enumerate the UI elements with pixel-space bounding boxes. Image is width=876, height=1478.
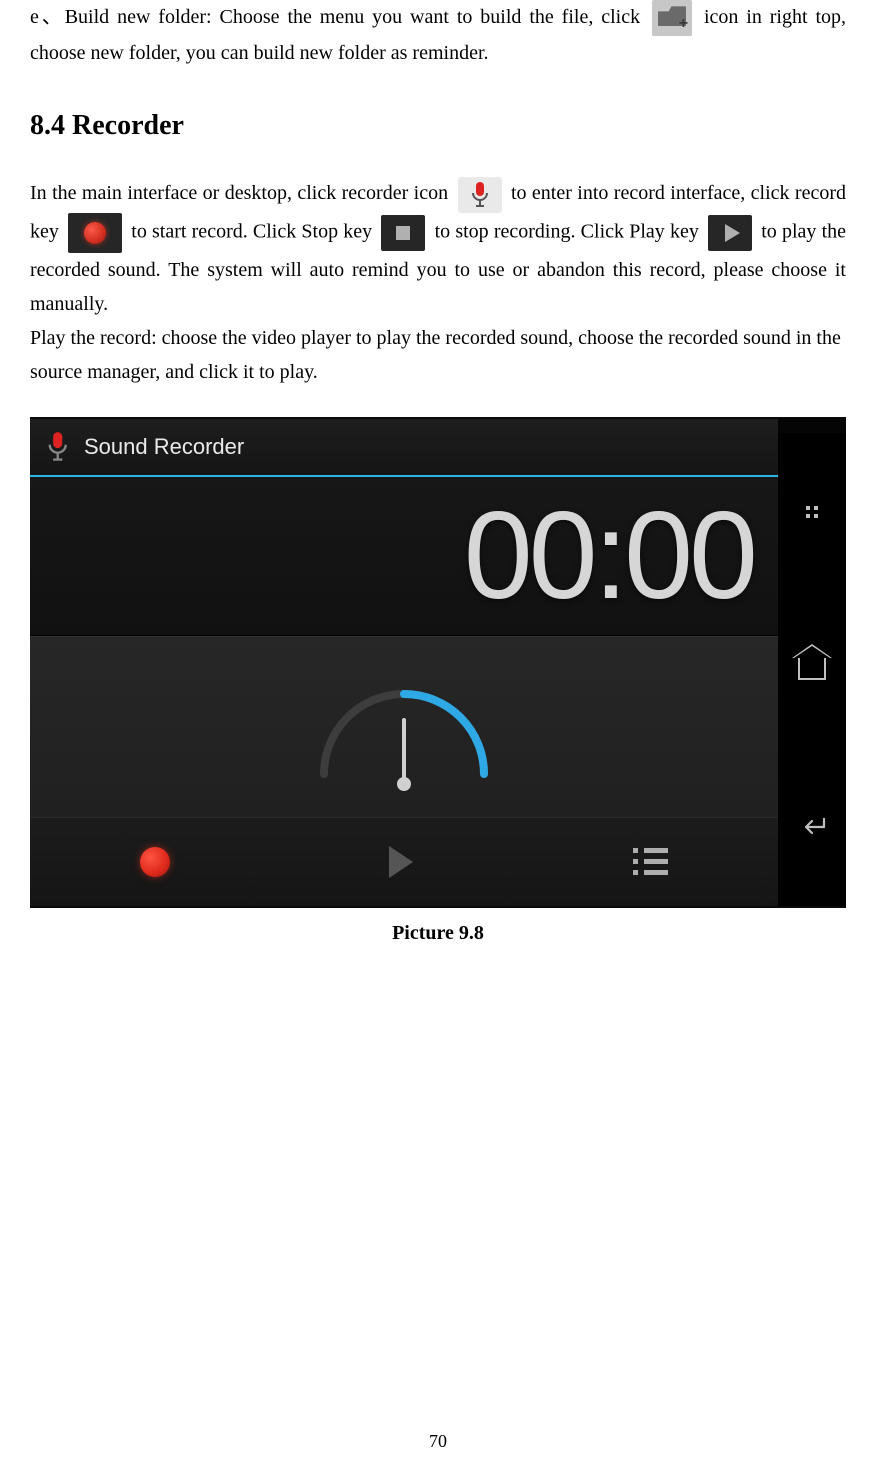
record-key-icon <box>68 213 122 253</box>
home-icon <box>798 658 826 680</box>
folder-add-icon <box>652 0 692 36</box>
timer-display-area: 00:00 <box>30 477 778 636</box>
vu-meter-gauge <box>30 636 778 817</box>
page-number: 70 <box>0 1431 876 1452</box>
recorder-app-icon <box>458 177 502 213</box>
nav-home-button[interactable] <box>778 590 846 748</box>
play-button[interactable] <box>389 846 413 878</box>
sound-recorder-screenshot: Sound Recorder 00:00 <box>30 417 846 908</box>
status-bar-area <box>778 419 846 433</box>
play-key-icon <box>708 215 752 251</box>
recorder-app-area: Sound Recorder 00:00 <box>30 419 778 906</box>
recorder-controls-bar <box>30 817 778 906</box>
paragraph-recorder-instructions: In the main interface or desktop, click … <box>30 176 846 320</box>
recordings-list-button[interactable] <box>633 848 668 875</box>
section-heading-recorder: 8.4 Recorder <box>30 110 846 142</box>
record-button[interactable] <box>140 847 170 877</box>
recorder-app-title: Sound Recorder <box>84 434 244 460</box>
timer-readout: 00:00 <box>464 494 778 618</box>
microphone-icon <box>44 431 72 463</box>
text-segment: to stop recording. Click Play key <box>435 220 704 242</box>
stop-key-icon <box>381 215 425 251</box>
recent-apps-icon <box>806 506 818 518</box>
nav-recent-apps-button[interactable] <box>778 433 846 591</box>
paragraph-build-new-folder: e、Build new folder: Choose the menu you … <box>30 0 846 70</box>
text-segment: In the main interface or desktop, click … <box>30 182 454 204</box>
text-segment: to start record. Click Stop key <box>131 220 377 242</box>
figure-caption: Picture 9.8 <box>30 922 846 945</box>
recorder-header-bar: Sound Recorder <box>30 419 778 477</box>
nav-back-button[interactable] <box>778 748 846 906</box>
back-icon <box>796 815 828 839</box>
paragraph-play-record: Play the record: choose the video player… <box>30 321 846 389</box>
system-nav-rail <box>778 419 846 906</box>
text-segment: e、Build new folder: Choose the menu you … <box>30 6 648 28</box>
